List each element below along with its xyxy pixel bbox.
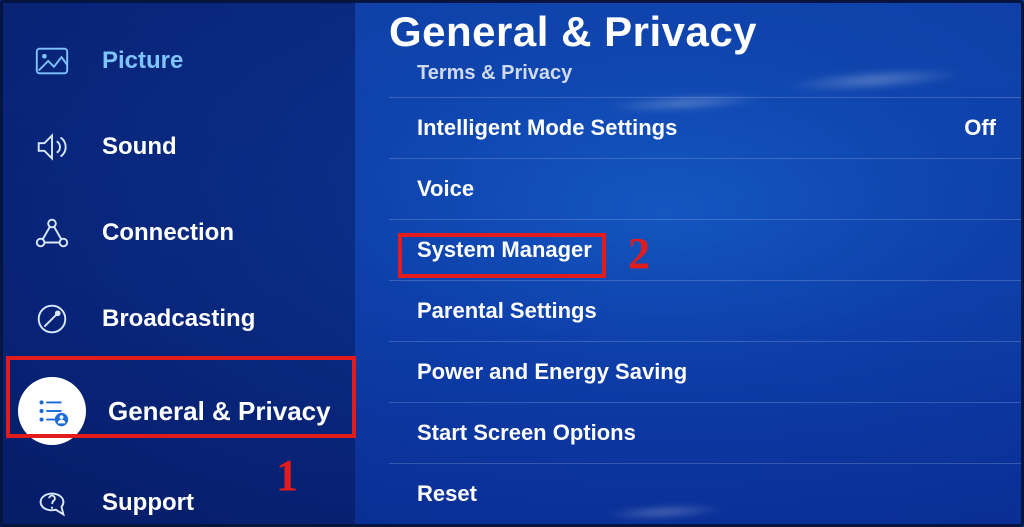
row-label: Power and Energy Saving — [417, 359, 687, 385]
picture-icon — [24, 33, 80, 89]
sidebar-item-broadcasting[interactable]: Broadcasting — [0, 276, 355, 362]
row-start-screen[interactable]: Start Screen Options — [389, 403, 1024, 464]
row-label: Reset — [417, 481, 477, 507]
row-label: Parental Settings — [417, 298, 597, 324]
settings-sidebar: Picture Sound Connection — [0, 0, 355, 527]
page-title: General & Privacy — [389, 0, 1024, 60]
row-voice[interactable]: Voice — [389, 159, 1024, 220]
support-icon — [24, 475, 80, 527]
row-value: Off — [964, 115, 996, 141]
sidebar-item-picture[interactable]: Picture — [0, 18, 355, 104]
connection-icon — [24, 205, 80, 261]
sidebar-item-label: Broadcasting — [102, 305, 255, 333]
row-reset[interactable]: Reset — [389, 464, 1024, 524]
row-label: Start Screen Options — [417, 420, 636, 446]
settings-app: Picture Sound Connection — [0, 0, 1024, 527]
sidebar-item-label: General & Privacy — [108, 396, 331, 427]
settings-detail-panel: General & Privacy Terms & Privacy Intell… — [355, 0, 1024, 527]
sidebar-item-label: Support — [102, 489, 194, 517]
row-label: Intelligent Mode Settings — [417, 115, 677, 141]
sidebar-item-label: Sound — [102, 133, 177, 161]
sidebar-item-general-privacy[interactable]: General & Privacy — [0, 362, 355, 460]
broadcasting-icon — [24, 291, 80, 347]
sidebar-item-connection[interactable]: Connection — [0, 190, 355, 276]
sidebar-item-label: Connection — [102, 219, 234, 247]
row-system-manager[interactable]: System Manager — [389, 220, 1024, 281]
general-privacy-icon — [18, 377, 86, 445]
row-terms-privacy[interactable]: Terms & Privacy — [389, 62, 1024, 98]
row-label: Voice — [417, 176, 474, 202]
row-parental-settings[interactable]: Parental Settings — [389, 281, 1024, 342]
sidebar-item-sound[interactable]: Sound — [0, 104, 355, 190]
settings-list: Terms & Privacy Intelligent Mode Setting… — [389, 62, 1024, 524]
sound-icon — [24, 119, 80, 175]
row-power-energy[interactable]: Power and Energy Saving — [389, 342, 1024, 403]
row-label: System Manager — [417, 237, 592, 263]
sidebar-item-label: Picture — [102, 47, 183, 75]
sidebar-item-support[interactable]: Support — [0, 460, 355, 527]
row-intelligent-mode[interactable]: Intelligent Mode Settings Off — [389, 98, 1024, 159]
row-label: Terms & Privacy — [417, 62, 572, 85]
